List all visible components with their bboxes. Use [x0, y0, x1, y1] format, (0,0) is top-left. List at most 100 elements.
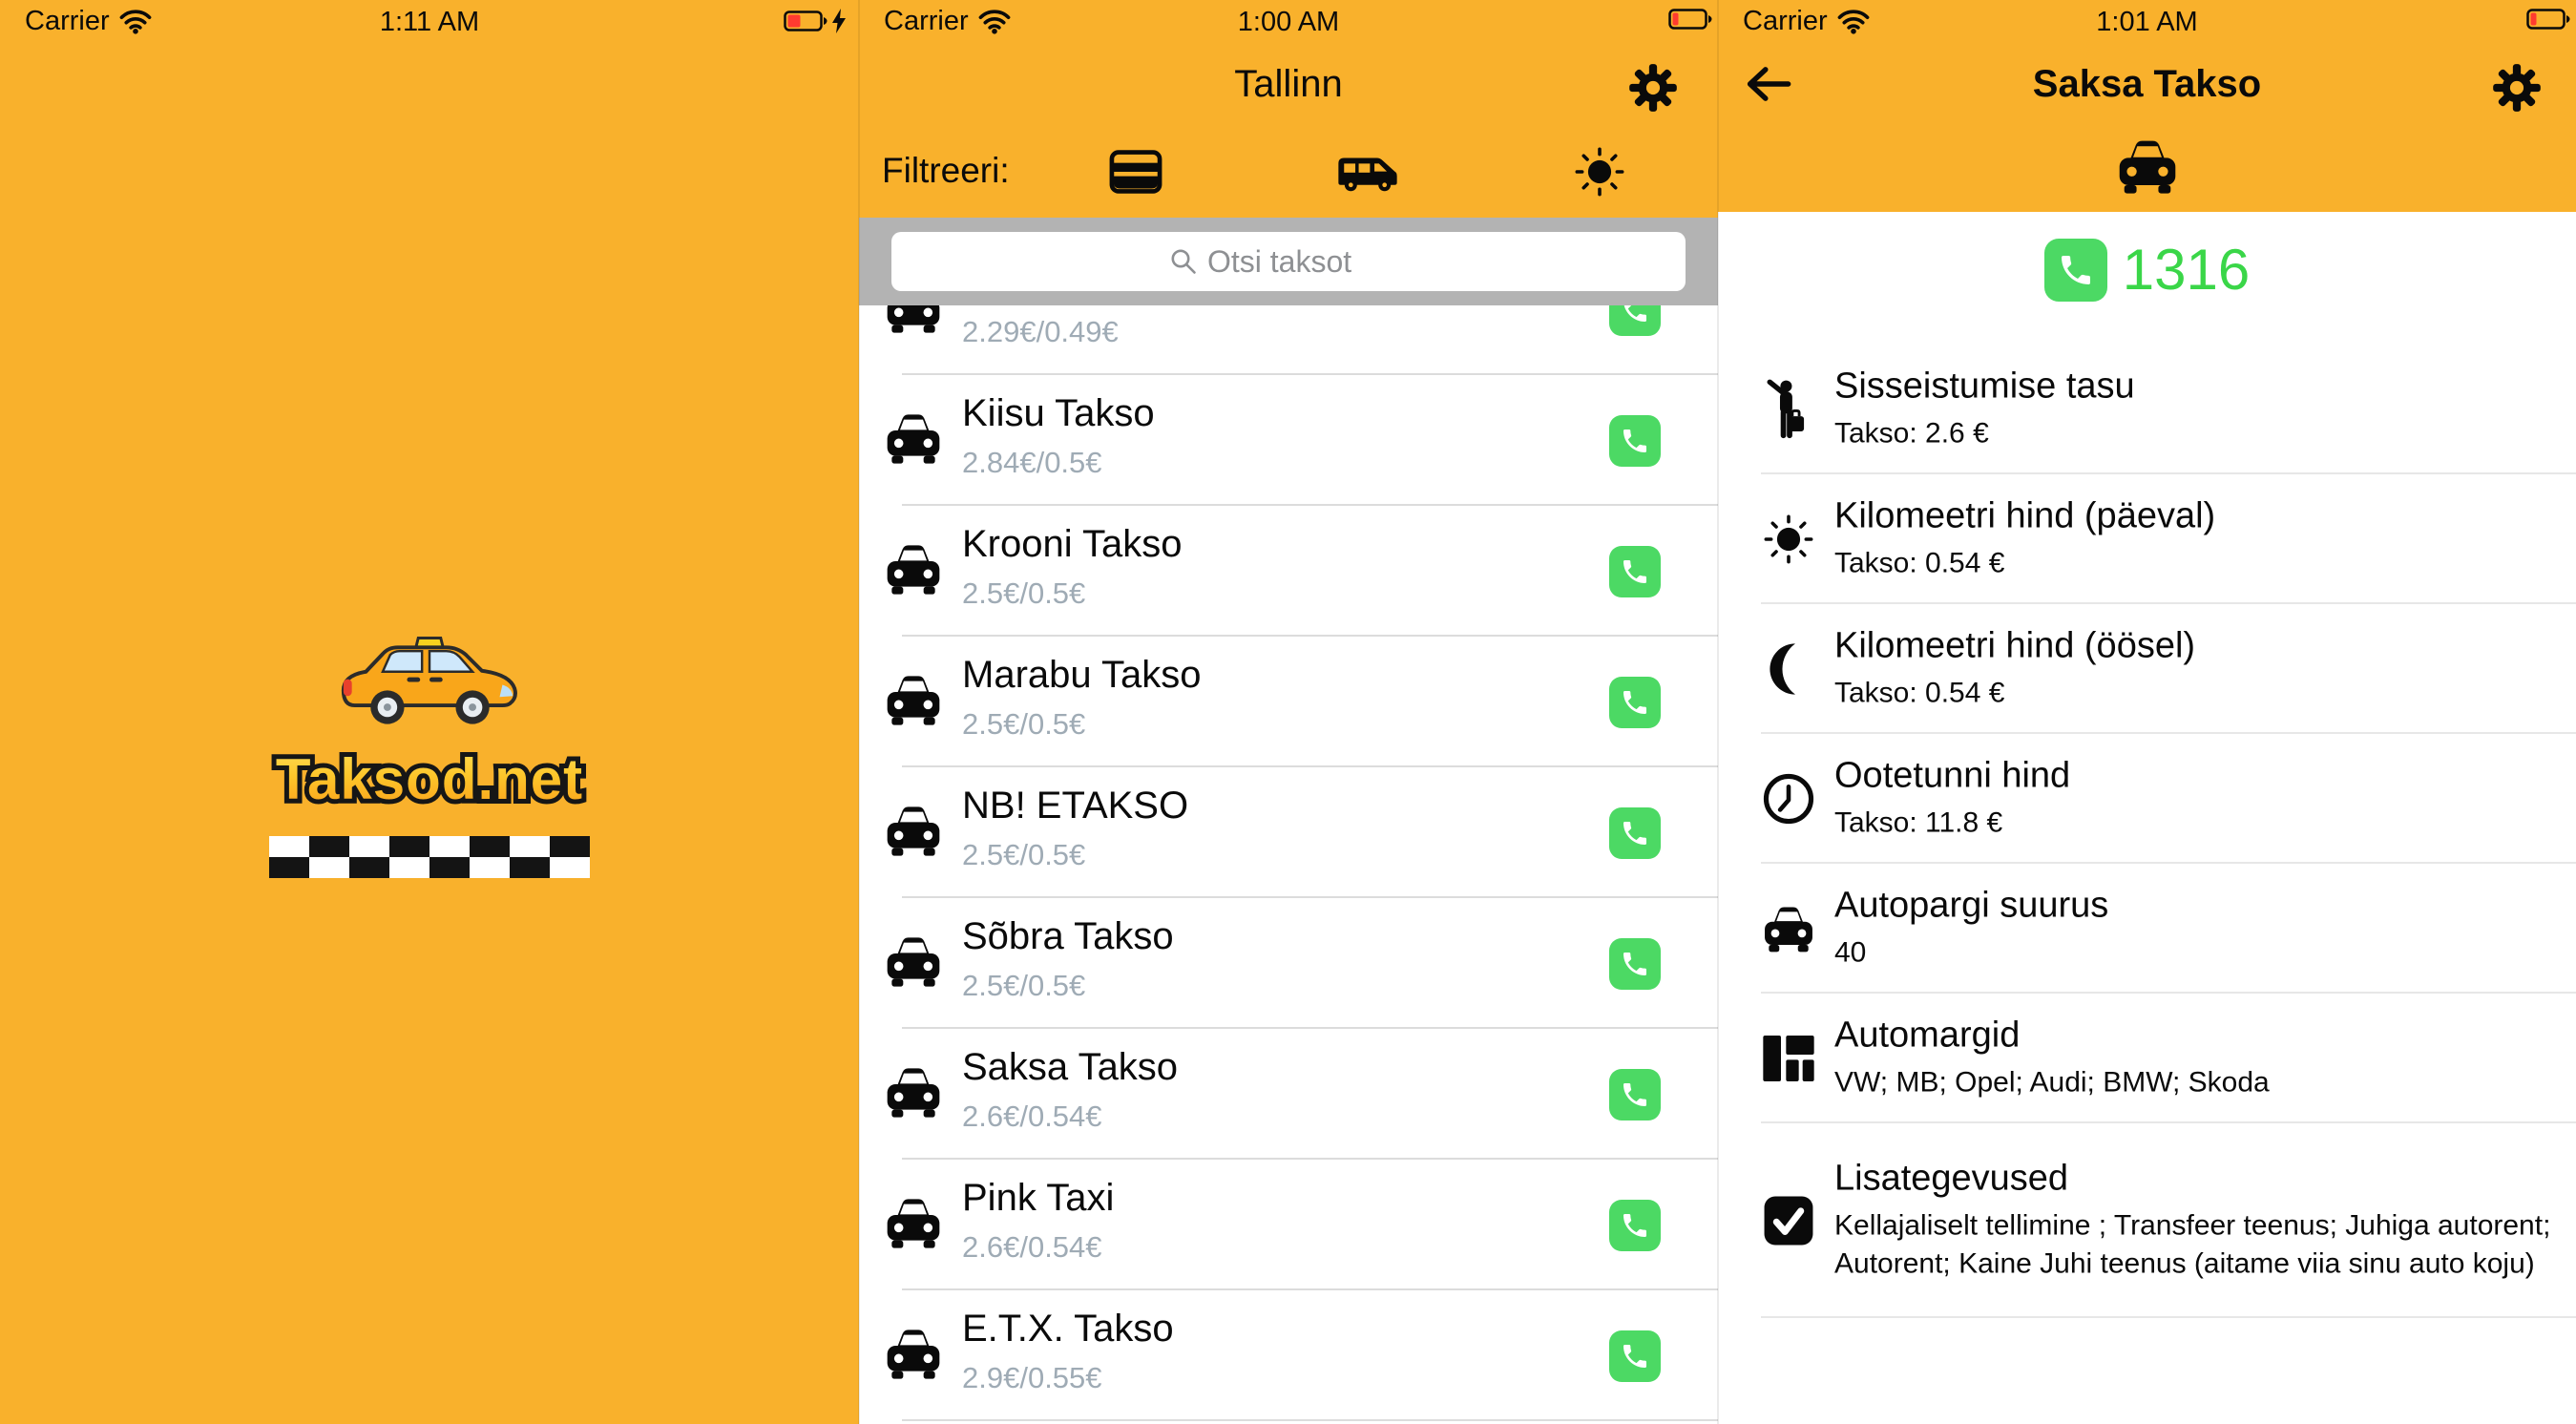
detail-value: VW; MB; Opel; Audi; BMW; Skoda [1834, 1064, 2551, 1102]
search-icon [1169, 247, 1198, 276]
phone-number-row[interactable]: 1316 [1718, 237, 2576, 303]
car-icon [884, 673, 943, 726]
app-screenshot: Carrier 1:11 AM [0, 0, 2576, 1424]
search-field[interactable] [891, 232, 1686, 291]
detail-rows: Sisseistumise tasu Takso: 2.6 € Kilomeet… [1718, 345, 2576, 1318]
logo-wordmark: Taksod.net Taksod.net [276, 746, 583, 821]
taxi-list-row[interactable]: NB! ETAKSO 2.5€/0.5€ [859, 767, 1718, 898]
call-button[interactable] [1609, 1330, 1661, 1382]
detail-value: Kellajaliselt tellimine ; Transfeer teen… [1834, 1207, 2551, 1284]
taxi-name: Krooni Takso [962, 523, 1183, 566]
settings-gear-icon[interactable] [1628, 63, 1678, 113]
detail-title: Sisseistumise tasu [1834, 366, 2551, 408]
status-bar: Carrier 1:11 AM [0, 0, 859, 42]
taxi-name: Sõbra Takso [962, 915, 1174, 958]
taxi-price: 2.5€/0.5€ [962, 707, 1085, 742]
car-icon [884, 934, 943, 988]
phone-icon [1620, 818, 1650, 848]
detail-value: 40 [1834, 934, 2551, 973]
taxi-cartoon-image [336, 630, 523, 739]
battery-icon [2526, 9, 2570, 30]
list-header: Carrier 1:00 AM Tallinn Filtreeri: [859, 0, 1718, 218]
taxi-list-row[interactable]: Pink Taxi 2.6€/0.54€ [859, 1160, 1718, 1290]
car-icon [884, 1327, 943, 1380]
taxi-name: Marabu Takso [962, 654, 1202, 697]
phone-icon [1620, 1341, 1650, 1372]
car-icon [884, 1065, 943, 1119]
phone-icon [1620, 949, 1650, 979]
phone-icon [2057, 251, 2095, 289]
taxi-list-row[interactable]: Krooni Takso 2.5€/0.5€ [859, 506, 1718, 637]
taxi-price: 2.29€/0.49€ [962, 315, 1119, 349]
car-icon [884, 542, 943, 596]
detail-value: Takso: 0.54 € [1834, 545, 2551, 583]
taxi-name: Pink Taxi [962, 1177, 1114, 1220]
detail-value: Takso: 0.54 € [1834, 675, 2551, 713]
call-button[interactable] [2044, 239, 2107, 302]
taxi-name: E.T.X. Takso [962, 1308, 1174, 1351]
taxi-list-row[interactable]: E.T.X. Takso 2.9€/0.55€ [859, 1290, 1718, 1421]
car-icon [884, 804, 943, 857]
car-icon [2116, 137, 2179, 195]
taxi-list-row[interactable]: Sõbra Takso 2.5€/0.5€ [859, 898, 1718, 1029]
taxi-detail-panel: Carrier 1:01 AM Saksa Takso 1316 Sissei [1718, 0, 2576, 1424]
panel-divider [858, 0, 860, 1424]
detail-value: Takso: 11.8 € [1834, 805, 2551, 843]
detail-title: Ootetunni hind [1834, 756, 2551, 797]
call-button[interactable] [1609, 546, 1661, 597]
app-logo: Taksod.net Taksod.net [0, 630, 859, 878]
status-bar: Carrier 1:00 AM [859, 0, 1718, 42]
sun-icon [1762, 513, 1815, 566]
taxi-price: 2.9€/0.55€ [962, 1361, 1102, 1395]
detail-header: Carrier 1:01 AM Saksa Takso [1718, 0, 2576, 212]
settings-gear-icon[interactable] [2492, 63, 2542, 113]
car-icon [884, 411, 943, 465]
checkered-flag-strip [269, 836, 590, 878]
phone-icon [1620, 1079, 1650, 1110]
detail-title: Autopargi suurus [1834, 886, 2551, 927]
status-time: 1:01 AM [1718, 7, 2576, 38]
taxi-price: 2.5€/0.5€ [962, 969, 1085, 1003]
detail-title: Kilomeetri hind (öösel) [1834, 626, 2551, 667]
status-time: 1:00 AM [859, 7, 1718, 38]
call-button[interactable] [1609, 1069, 1661, 1120]
splash-panel: Carrier 1:11 AM [0, 0, 859, 1424]
battery-icon [784, 10, 827, 31]
filter-label: Filtreeri: [882, 151, 1010, 191]
panel-divider [1717, 0, 1719, 1424]
detail-title: Kilomeetri hind (päeval) [1834, 496, 2551, 537]
page-title: Saksa Takso [1718, 63, 2576, 106]
status-bar: Carrier 1:01 AM [1718, 0, 2576, 42]
detail-title: Automargid [1834, 1016, 2551, 1057]
call-button[interactable] [1609, 677, 1661, 728]
van-filter-icon[interactable] [1336, 153, 1399, 195]
search-input[interactable] [1207, 244, 1408, 280]
taxi-list-row[interactable]: Marabu Takso 2.5€/0.5€ [859, 637, 1718, 767]
taxi-price: 2.5€/0.5€ [962, 838, 1085, 872]
car-icon [1762, 902, 1815, 955]
taxi-price: 2.5€/0.5€ [962, 576, 1085, 611]
detail-row: Sisseistumise tasu Takso: 2.6 € [1718, 345, 2576, 474]
call-button[interactable] [1609, 938, 1661, 990]
taxi-name: Kiisu Takso [962, 392, 1155, 435]
call-button[interactable] [1609, 807, 1661, 859]
taxi-name: Saksa Takso [962, 1046, 1178, 1089]
phone-icon [1620, 556, 1650, 587]
day-tariff-filter-icon[interactable] [1573, 145, 1626, 199]
detail-row: Lisategevused Kellajaliselt tellimine ; … [1718, 1123, 2576, 1318]
taxi-list-panel: Reval Takso 2.29€/0.49€ Kiisu Takso 2.84… [859, 0, 1718, 1424]
car-icon [884, 1196, 943, 1249]
taxi-list-row[interactable]: Saksa Takso 2.6€/0.54€ [859, 1029, 1718, 1160]
search-bar [859, 218, 1718, 305]
call-button[interactable] [1609, 1200, 1661, 1251]
phone-number: 1316 [2123, 237, 2250, 303]
card-payment-filter-icon[interactable] [1109, 149, 1162, 195]
hailing-person-icon [1762, 378, 1808, 441]
phone-icon [1620, 687, 1650, 718]
call-button[interactable] [1609, 415, 1661, 467]
taxi-list: Reval Takso 2.29€/0.49€ Kiisu Takso 2.84… [859, 244, 1718, 1421]
taxi-price: 2.6€/0.54€ [962, 1230, 1102, 1265]
checkbox-icon [1762, 1194, 1815, 1247]
charging-bolt-icon [832, 9, 846, 33]
taxi-list-row[interactable]: Kiisu Takso 2.84€/0.5€ [859, 375, 1718, 506]
